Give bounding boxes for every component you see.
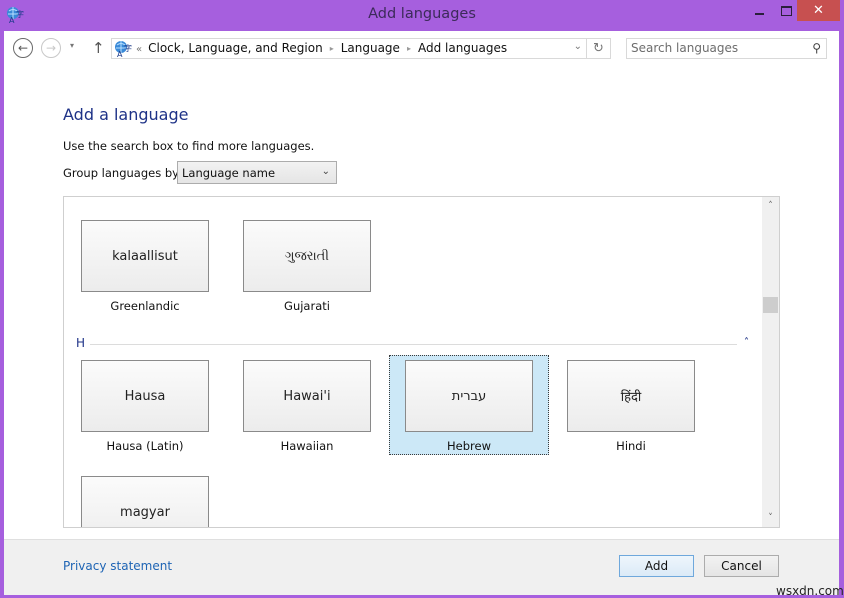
group-header-h: H xyxy=(76,336,86,350)
language-item-greenlandic[interactable]: kalaallisut Greenlandic xyxy=(65,207,225,313)
close-icon: ✕ xyxy=(813,3,824,18)
language-item-hebrew[interactable]: עברית Hebrew xyxy=(389,355,549,455)
breadcrumb-overflow-icon[interactable]: « xyxy=(136,44,142,55)
language-tile[interactable]: हिंदी xyxy=(567,360,695,432)
language-item-hindi[interactable]: हिंदी Hindi xyxy=(551,355,711,455)
search-hint: Use the search box to find more language… xyxy=(63,139,315,153)
arrow-up-icon: ↑ xyxy=(92,39,105,57)
scrollbar-thumb[interactable] xyxy=(763,297,778,313)
group-by-select[interactable]: Language name ⌄ xyxy=(177,161,337,184)
language-item-hausa[interactable]: Hausa Hausa (Latin) xyxy=(65,355,225,455)
dialog-window: ← → ▾ ↑ A 字 « Clock, Language, and Region… xyxy=(4,31,844,598)
up-button[interactable]: ↑ xyxy=(92,39,105,57)
refresh-icon: ↻ xyxy=(593,41,604,56)
svg-text:A: A xyxy=(117,50,123,58)
close-button[interactable]: ✕ xyxy=(797,0,840,21)
group-by-value: Language name xyxy=(182,166,276,180)
group-divider xyxy=(90,344,737,345)
maximize-button[interactable] xyxy=(773,0,799,21)
svg-text:字: 字 xyxy=(124,43,132,53)
navigation-bar: ← → ▾ ↑ A 字 « Clock, Language, and Region… xyxy=(4,31,839,67)
language-globe-icon: A 字 xyxy=(115,41,132,58)
arrow-left-icon: ← xyxy=(17,41,29,55)
language-tile[interactable]: עברית xyxy=(405,360,533,432)
add-button[interactable]: Add xyxy=(619,555,694,577)
search-box[interactable]: ⚲ xyxy=(626,38,827,59)
language-item-hawaiian[interactable]: Hawai'i Hawaiian xyxy=(227,355,387,455)
scroll-up-button[interactable]: ˄ xyxy=(762,201,779,211)
collapse-group-button[interactable]: ˄ xyxy=(744,337,749,348)
language-name: Hausa (Latin) xyxy=(106,439,184,453)
address-dropdown-icon[interactable]: ⌄ xyxy=(574,41,582,52)
language-tile[interactable]: magyar xyxy=(81,476,209,527)
language-name: Hebrew xyxy=(447,439,491,453)
language-list: kalaallisut Greenlandic ગુજરાતી Gujarati… xyxy=(63,196,780,528)
breadcrumb-separator-icon[interactable]: ▸ xyxy=(330,44,334,53)
refresh-button[interactable]: ↻ xyxy=(587,38,611,59)
title-bar: A 字 Add languages ✕ xyxy=(0,0,844,31)
arrow-right-icon: → xyxy=(45,41,57,55)
language-tile[interactable]: kalaallisut xyxy=(81,220,209,292)
language-item-hungarian[interactable]: magyar xyxy=(65,471,225,527)
watermark: wsxdn.com xyxy=(776,584,844,598)
minimize-icon xyxy=(754,12,764,15)
chevron-down-icon: ▾ xyxy=(70,41,75,50)
maximize-icon xyxy=(780,5,792,16)
breadcrumb-item[interactable]: Language xyxy=(341,41,400,55)
search-input[interactable] xyxy=(631,41,801,55)
language-name: Hawaiian xyxy=(280,439,334,453)
address-bar[interactable]: A 字 « Clock, Language, and Region ▸ Languag… xyxy=(111,38,587,59)
chevron-up-icon: ˄ xyxy=(768,201,773,211)
privacy-statement-link[interactable]: Privacy statement xyxy=(63,559,172,573)
search-icon[interactable]: ⚲ xyxy=(812,41,821,55)
scroll-down-button[interactable]: ˅ xyxy=(762,513,779,523)
cancel-button[interactable]: Cancel xyxy=(704,555,779,577)
chevron-down-icon: ⌄ xyxy=(321,166,330,177)
window-title: Add languages xyxy=(368,6,476,22)
group-by-label: Group languages by: xyxy=(63,166,182,180)
dialog-footer: Privacy statement Add Cancel wsxdn.com xyxy=(4,539,844,598)
breadcrumb-separator-icon[interactable]: ▸ xyxy=(407,44,411,53)
forward-button[interactable]: → xyxy=(41,38,61,58)
recent-locations-button[interactable]: ▾ xyxy=(70,41,74,50)
page-title: Add a language xyxy=(63,105,189,124)
language-name: Gujarati xyxy=(284,299,330,313)
language-tile[interactable]: Hawai'i xyxy=(243,360,371,432)
language-name: Hindi xyxy=(616,439,646,453)
breadcrumb-item[interactable]: Add languages xyxy=(418,41,507,55)
breadcrumb: « Clock, Language, and Region ▸ Language ▸ Ad… xyxy=(136,41,507,55)
language-name: Greenlandic xyxy=(110,299,180,313)
language-tile[interactable]: ગુજરાતી xyxy=(243,220,371,292)
vertical-scrollbar[interactable]: ˄ ˅ xyxy=(762,197,779,527)
chevron-down-icon: ˅ xyxy=(768,513,773,523)
chevron-up-icon: ˄ xyxy=(744,337,749,348)
language-item-gujarati[interactable]: ગુજરાતી Gujarati xyxy=(227,207,387,313)
back-button[interactable]: ← xyxy=(13,38,33,58)
breadcrumb-item[interactable]: Clock, Language, and Region xyxy=(148,41,323,55)
minimize-button[interactable] xyxy=(746,0,772,21)
language-tile[interactable]: Hausa xyxy=(81,360,209,432)
